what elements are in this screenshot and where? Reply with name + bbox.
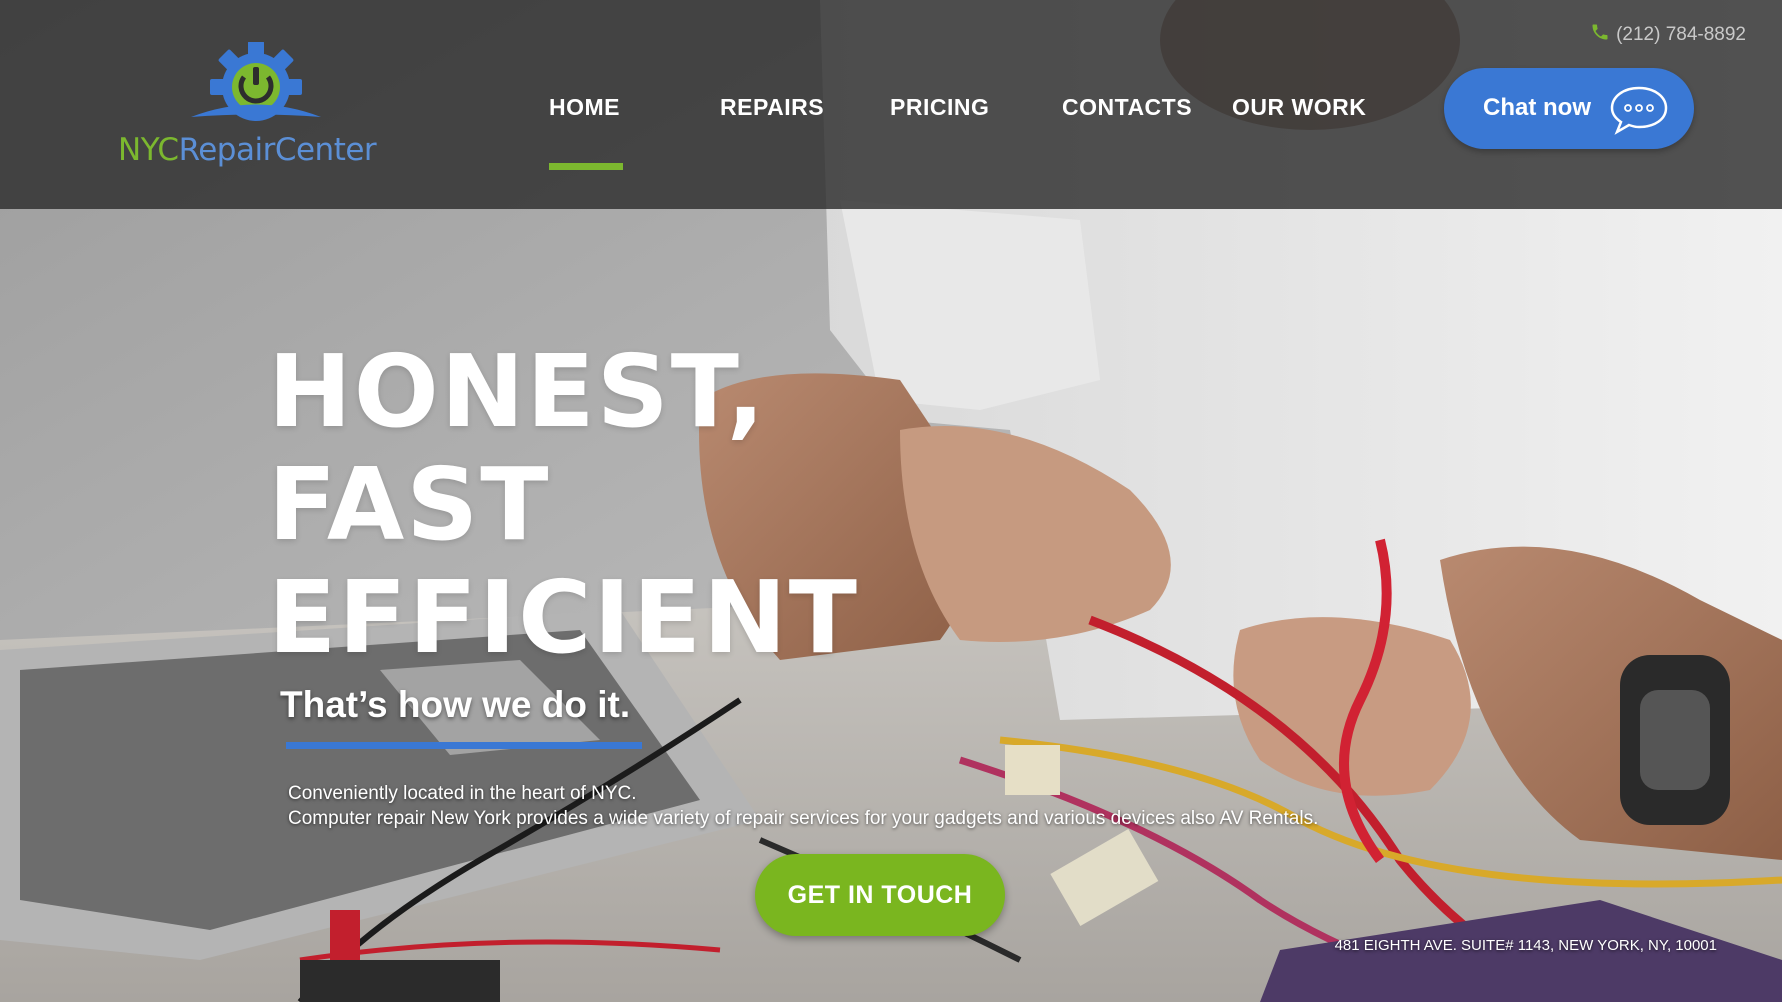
chat-now-label: Chat now: [1483, 94, 1591, 121]
site-header: NYCRepairCenter HOME REPAIRS PRICING CON…: [0, 0, 1782, 209]
nav-pricing[interactable]: PRICING: [890, 94, 989, 121]
nav-our-work[interactable]: OUR WORK: [1232, 94, 1366, 121]
nav-active-indicator: [549, 163, 623, 170]
phone-icon: [1590, 22, 1610, 48]
nav-home[interactable]: HOME: [549, 94, 620, 121]
page: NYCRepairCenter HOME REPAIRS PRICING CON…: [0, 0, 1782, 1002]
headline-line-3: EFFICIENT: [268, 559, 859, 676]
logo-word-nyc: NYC: [118, 132, 179, 168]
hero-tagline: That’s how we do it.: [280, 684, 631, 725]
logo-wordmark: NYCRepairCenter: [118, 132, 377, 168]
business-address: 481 EIGHTH AVE. SUITE# 1143, NEW YORK, N…: [1334, 937, 1717, 954]
hero-headline: HONEST, FAST EFFICIENT: [268, 335, 859, 674]
chat-bubble-icon: [1609, 84, 1669, 141]
phone-number: (212) 784-8892: [1616, 24, 1746, 45]
chat-now-button[interactable]: Chat now: [1444, 68, 1694, 149]
hero-description-line-1: Conveniently located in the heart of NYC…: [288, 783, 637, 804]
nav-repairs[interactable]: REPAIRS: [720, 94, 824, 121]
nav-contacts[interactable]: CONTACTS: [1062, 94, 1192, 121]
tagline-underline: [286, 742, 642, 749]
headline-line-2: FAST: [268, 446, 551, 563]
get-in-touch-button[interactable]: GET IN TOUCH: [755, 854, 1005, 936]
site-logo[interactable]: NYCRepairCenter: [118, 42, 400, 182]
logo-word-repair-center: RepairCenter: [178, 132, 377, 168]
hero-description-line-2: Computer repair New York provides a wide…: [288, 808, 1319, 829]
gear-power-logo-icon: [191, 42, 321, 121]
headline-line-1: HONEST,: [268, 333, 767, 450]
header-phone[interactable]: (212) 784-8892: [1590, 22, 1746, 48]
